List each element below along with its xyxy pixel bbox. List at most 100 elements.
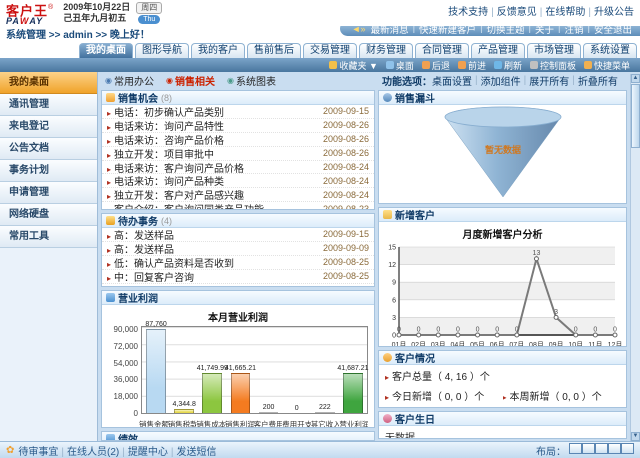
tab-我的客户[interactable]: 我的客户 <box>191 43 245 58</box>
bullet-icon: ▸ <box>107 165 111 174</box>
toolbar-favorites[interactable]: 收藏夹 ▼ <box>329 59 377 72</box>
bar[interactable] <box>146 329 166 413</box>
panel-title: 客户情况 <box>395 350 435 365</box>
scrollbar-track[interactable] <box>631 149 640 432</box>
list-item-text[interactable]: 高：发送样品 <box>114 231 174 242</box>
svg-text:08月: 08月 <box>529 341 544 347</box>
tab-售前售后[interactable]: 售前售后 <box>247 43 301 58</box>
svg-text:06月: 06月 <box>489 341 504 347</box>
list-item-text[interactable]: 独立开发：客户对产品感兴趣 <box>114 191 244 202</box>
scroll-down-icon[interactable]: ▼ <box>631 432 640 441</box>
body: 我的桌面通讯管理来电登记公告文档事务计划申请管理网络硬盘常用工具 ◉常用办公 ◉销… <box>0 72 640 441</box>
view-tab-常用办公[interactable]: ◉常用办公 <box>105 74 154 88</box>
toolbar-desktop[interactable]: 桌面 <box>386 59 414 72</box>
tab-系统设置[interactable]: 系统设置 <box>583 43 637 58</box>
separator: | <box>171 447 174 458</box>
sidebar-item-来电登记[interactable]: 来电登记 <box>0 116 97 138</box>
bar[interactable] <box>202 373 222 413</box>
top-link[interactable]: 升级公告 <box>594 7 634 18</box>
birthday-empty-text: 无数据 <box>379 426 626 439</box>
layout-option-icon[interactable] <box>621 443 634 454</box>
layout-option-icon[interactable] <box>582 443 595 454</box>
scrollbar-thumb[interactable] <box>631 84 640 148</box>
tab-产品管理[interactable]: 产品管理 <box>471 43 525 58</box>
toolbar-label: 前进 <box>468 59 486 72</box>
sidebar-item-申请管理[interactable]: 申请管理 <box>0 182 97 204</box>
funnel-empty-text: 暂无数据 <box>484 144 520 155</box>
list-item-text[interactable]: 电话来访：客户询问产品价格 <box>114 164 244 175</box>
top-link[interactable]: 在线帮助 <box>545 7 585 18</box>
bar[interactable] <box>343 373 363 413</box>
list-item-text[interactable]: 客户介绍：客户询问同类产品功能 <box>114 205 264 210</box>
toolbar-refresh[interactable]: 刷新 <box>494 59 522 72</box>
sidebar-item-常用工具[interactable]: 常用工具 <box>0 226 97 248</box>
sidebar-item-事务计划[interactable]: 事务计划 <box>0 160 97 182</box>
toolbar-control-panel[interactable]: 控制面板 <box>530 59 576 72</box>
separator: | <box>540 7 543 18</box>
top-link[interactable]: 技术支持 <box>448 7 488 18</box>
layout-option-icon[interactable] <box>569 443 582 454</box>
bar-value-label: 200 <box>263 404 275 412</box>
sidebar-item-我的桌面[interactable]: 我的桌面 <box>0 72 97 94</box>
tab-财务管理[interactable]: 财务管理 <box>359 43 413 58</box>
list-item: ▸中：回复客户咨询2009-08-25 <box>102 270 374 284</box>
tab-我的桌面[interactable]: 我的桌面 <box>79 43 133 58</box>
bar-value-label: 222 <box>319 404 331 412</box>
top-links: 技术支持|反馈意见|在线帮助|升级公告 <box>448 3 634 18</box>
sidebar-item-公告文档[interactable]: 公告文档 <box>0 138 97 160</box>
tab-市场管理[interactable]: 市场管理 <box>527 43 581 58</box>
status-link-发送短信[interactable]: 发送短信 <box>176 447 216 458</box>
list-item-text[interactable]: 电话：初步确认产品类别 <box>114 108 224 119</box>
status-link-在线人员(2)[interactable]: 在线人员(2) <box>67 447 119 458</box>
stat-item: ▸本周新增（ 0, 0 ）个 <box>503 388 621 403</box>
option-添加组件[interactable]: 添加组件 <box>481 74 521 88</box>
svg-text:04月: 04月 <box>450 341 465 347</box>
option-展开所有[interactable]: 展开所有 <box>529 74 569 88</box>
scroll-up-icon[interactable]: ▲ <box>631 74 640 83</box>
panel-title: 营业利润 <box>118 290 158 305</box>
layout-option-icon[interactable] <box>595 443 608 454</box>
customer-stats-icon <box>383 353 392 362</box>
lunar-date: 己丑年九月初五 <box>63 13 130 24</box>
bar[interactable] <box>259 412 279 413</box>
customer-birthday-icon <box>383 414 392 423</box>
list-item-text[interactable]: 独立开发：项目审批中 <box>114 150 214 161</box>
bar[interactable] <box>231 373 251 413</box>
view-tab-系统图表[interactable]: ◉系统图表 <box>227 74 276 88</box>
toolbar-label: 后退 <box>432 59 450 72</box>
status-link-待审事宜[interactable]: 待审事宜 <box>18 447 58 458</box>
svg-text:0: 0 <box>397 327 401 334</box>
toolbar-back[interactable]: 后退 <box>422 59 450 72</box>
sidebar-item-通讯管理[interactable]: 通讯管理 <box>0 94 97 116</box>
sales-opportunities-list: ▸电话：初步确认产品类别2009-09-15▸电话来访：询问产品特性2009-0… <box>102 105 374 210</box>
list-item-text[interactable]: 低：确认产品资料是否收到 <box>114 259 234 270</box>
bar[interactable] <box>174 409 194 413</box>
option-桌面设置[interactable]: 桌面设置 <box>432 74 472 88</box>
top-link[interactable]: 反馈意见 <box>497 7 537 18</box>
svg-text:3: 3 <box>392 315 396 322</box>
status-link-提醒中心[interactable]: 提醒中心 <box>128 447 168 458</box>
breadcrumb: 系统管理 >> admin >> 晚上好！ <box>6 26 150 41</box>
back-icon <box>422 61 430 69</box>
list-item-text[interactable]: 中：回复客户咨询 <box>114 273 194 284</box>
list-item-text[interactable]: 电话来访：咨询产品价格 <box>114 136 224 147</box>
list-item-text[interactable]: 高：发送样品 <box>114 245 174 256</box>
tab-图形导航[interactable]: 图形导航 <box>135 43 189 58</box>
vertical-scrollbar[interactable]: ▲ ▼ <box>630 74 640 441</box>
toolbar-quick-menu[interactable]: 快捷菜单 <box>584 59 630 72</box>
svg-text:09月: 09月 <box>548 341 563 347</box>
sidebar-item-网络硬盘[interactable]: 网络硬盘 <box>0 204 97 226</box>
bar[interactable] <box>315 412 335 413</box>
tab-交易管理[interactable]: 交易管理 <box>303 43 357 58</box>
bar-group: 41,687.21 <box>339 365 367 413</box>
layout-option-icon[interactable] <box>608 443 621 454</box>
view-tab-销售相关[interactable]: ◉销售相关 <box>166 74 215 88</box>
toolbar-forward[interactable]: 前进 <box>458 59 486 72</box>
svg-text:0: 0 <box>495 327 499 334</box>
bullet-icon: ▸ <box>107 232 111 241</box>
list-item-text[interactable]: 电话来访：询问产品特性 <box>114 122 224 133</box>
list-item-text[interactable]: 电话来访：询问产品种类 <box>114 177 224 188</box>
tab-合同管理[interactable]: 合同管理 <box>415 43 469 58</box>
bar-group: 41,749.99 <box>198 365 226 413</box>
option-折叠所有[interactable]: 折叠所有 <box>578 74 618 88</box>
